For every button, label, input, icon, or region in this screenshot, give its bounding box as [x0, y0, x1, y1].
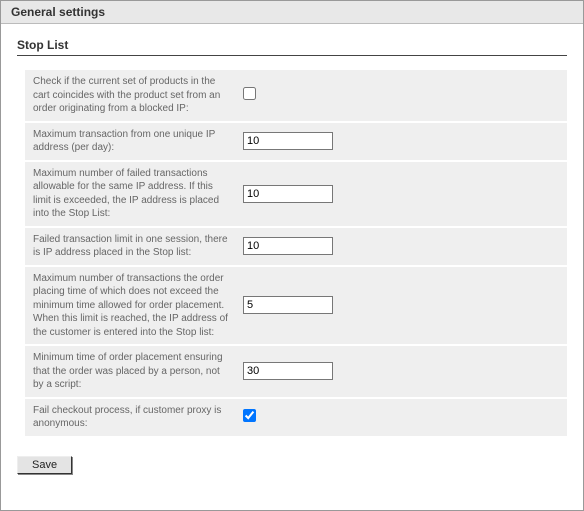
- label-fail-anon-proxy: Fail checkout process, if customer proxy…: [33, 404, 243, 431]
- row-failed-trans-session: Failed transaction limit in one session,…: [25, 228, 567, 265]
- input-max-failed-trans[interactable]: [243, 185, 333, 203]
- input-max-trans-min-time[interactable]: [243, 296, 333, 314]
- panel-title: General settings: [11, 5, 105, 19]
- field-max-trans-ip-day: [243, 132, 559, 150]
- label-min-order-time: Minimum time of order placement ensuring…: [33, 351, 243, 392]
- label-failed-trans-session: Failed transaction limit in one session,…: [33, 233, 243, 260]
- field-max-failed-trans: [243, 185, 559, 203]
- row-min-order-time: Minimum time of order placement ensuring…: [25, 346, 567, 397]
- section-title: Stop List: [17, 38, 567, 56]
- input-min-order-time[interactable]: [243, 362, 333, 380]
- field-max-trans-min-time: [243, 296, 559, 314]
- row-fail-anon-proxy: Fail checkout process, if customer proxy…: [25, 399, 567, 436]
- row-max-failed-trans: Maximum number of failed transactions al…: [25, 162, 567, 226]
- input-max-trans-ip-day[interactable]: [243, 132, 333, 150]
- field-fail-anon-proxy: [243, 409, 559, 425]
- settings-panel: General settings Stop List Check if the …: [0, 0, 584, 511]
- panel-header: General settings: [1, 1, 583, 24]
- field-failed-trans-session: [243, 237, 559, 255]
- row-check-cart-blocked-ip: Check if the current set of products in …: [25, 70, 567, 121]
- label-check-cart-blocked-ip: Check if the current set of products in …: [33, 75, 243, 116]
- form-area: Check if the current set of products in …: [15, 70, 569, 436]
- field-check-cart-blocked-ip: [243, 87, 559, 103]
- row-max-trans-ip-day: Maximum transaction from one unique IP a…: [25, 123, 567, 160]
- panel-content: Stop List Check if the current set of pr…: [1, 24, 583, 488]
- input-failed-trans-session[interactable]: [243, 237, 333, 255]
- label-max-failed-trans: Maximum number of failed transactions al…: [33, 167, 243, 221]
- row-max-trans-min-time: Maximum number of transactions the order…: [25, 267, 567, 345]
- checkbox-check-cart-blocked-ip[interactable]: [243, 87, 256, 100]
- checkbox-fail-anon-proxy[interactable]: [243, 409, 256, 422]
- label-max-trans-ip-day: Maximum transaction from one unique IP a…: [33, 128, 243, 155]
- field-min-order-time: [243, 362, 559, 380]
- save-button[interactable]: Save: [17, 456, 72, 474]
- label-max-trans-min-time: Maximum number of transactions the order…: [33, 272, 243, 340]
